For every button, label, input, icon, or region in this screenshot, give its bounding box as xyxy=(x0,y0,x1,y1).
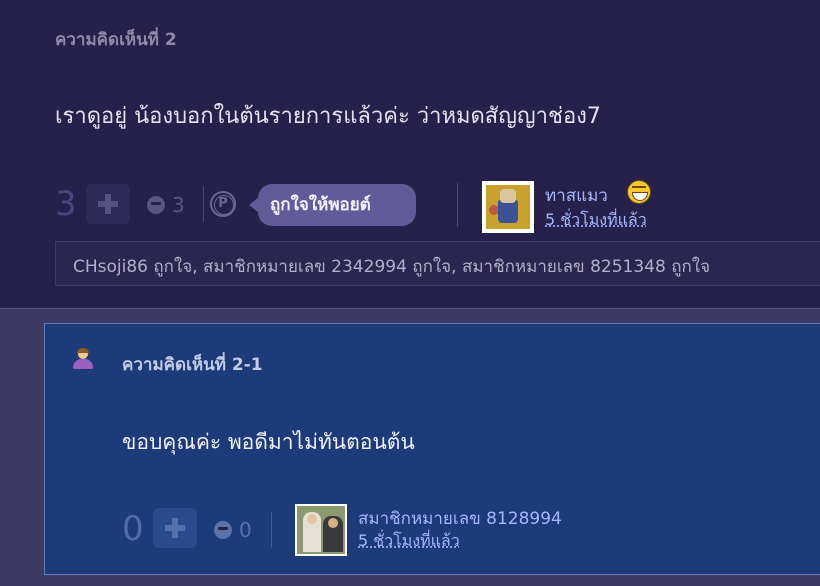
laughing-emoji-icon xyxy=(627,180,651,204)
avatar-image xyxy=(486,185,530,229)
author-name[interactable]: สมาชิกหมายเลข 8128994 xyxy=(358,505,562,532)
avatar[interactable] xyxy=(482,181,534,233)
likes-bar: CHsoji86 ถูกใจ, สมาชิกหมายเลข 2342994 ถู… xyxy=(55,241,820,286)
vote-count: 0 xyxy=(122,509,144,549)
user-icon xyxy=(72,348,94,370)
likes-text[interactable]: CHsoji86 ถูกใจ, สมาชิกหมายเลข 2342994 ถู… xyxy=(73,253,710,280)
plus-vote-button[interactable] xyxy=(153,508,197,548)
emoji-count: 0 xyxy=(239,518,252,542)
avatar-image xyxy=(297,506,345,554)
reply-number: ความคิดเห็นที่ 2-1 xyxy=(122,355,263,375)
comment-number: ความคิดเห็นที่ 2 xyxy=(55,30,177,50)
author-name[interactable]: ทาสแมว xyxy=(545,182,608,209)
timestamp[interactable]: 5 ชั่วโมงที่แล้ว xyxy=(358,529,460,554)
reply-body: ขอบคุณค่ะ พอดีมาไม่ทันตอนต้น xyxy=(122,430,415,454)
user-icon-body xyxy=(73,359,93,369)
avatar[interactable] xyxy=(295,504,347,556)
avatar-detail xyxy=(307,514,317,524)
timestamp[interactable]: 5 ชั่วโมงที่แล้ว xyxy=(545,208,647,233)
user-icon-hair xyxy=(77,348,89,353)
emoji-reaction-icon[interactable] xyxy=(214,521,232,539)
avatar-detail xyxy=(328,518,338,528)
reply-2-1: ความคิดเห็นที่ 2-1 ขอบคุณค่ะ พอดีมาไม่ทั… xyxy=(44,323,820,575)
divider xyxy=(271,512,272,548)
emoji-count: 3 xyxy=(172,193,185,217)
give-point-tooltip: ถูกใจให้พอยต์ xyxy=(249,184,416,226)
comment-body: เราดูอยู่ น้องบอกในต้นรายการแล้วค่ะ ว่าห… xyxy=(55,104,601,129)
emoji-reaction-icon[interactable] xyxy=(147,196,165,214)
divider xyxy=(457,183,458,227)
avatar-detail xyxy=(500,189,516,203)
point-icon[interactable]: P xyxy=(210,191,236,217)
divider xyxy=(203,186,204,222)
comment-2: ความคิดเห็นที่ 2 เราดูอยู่ น้องบอกในต้นร… xyxy=(0,0,820,309)
plus-vote-button[interactable] xyxy=(86,184,130,224)
vote-count: 3 xyxy=(55,184,77,224)
